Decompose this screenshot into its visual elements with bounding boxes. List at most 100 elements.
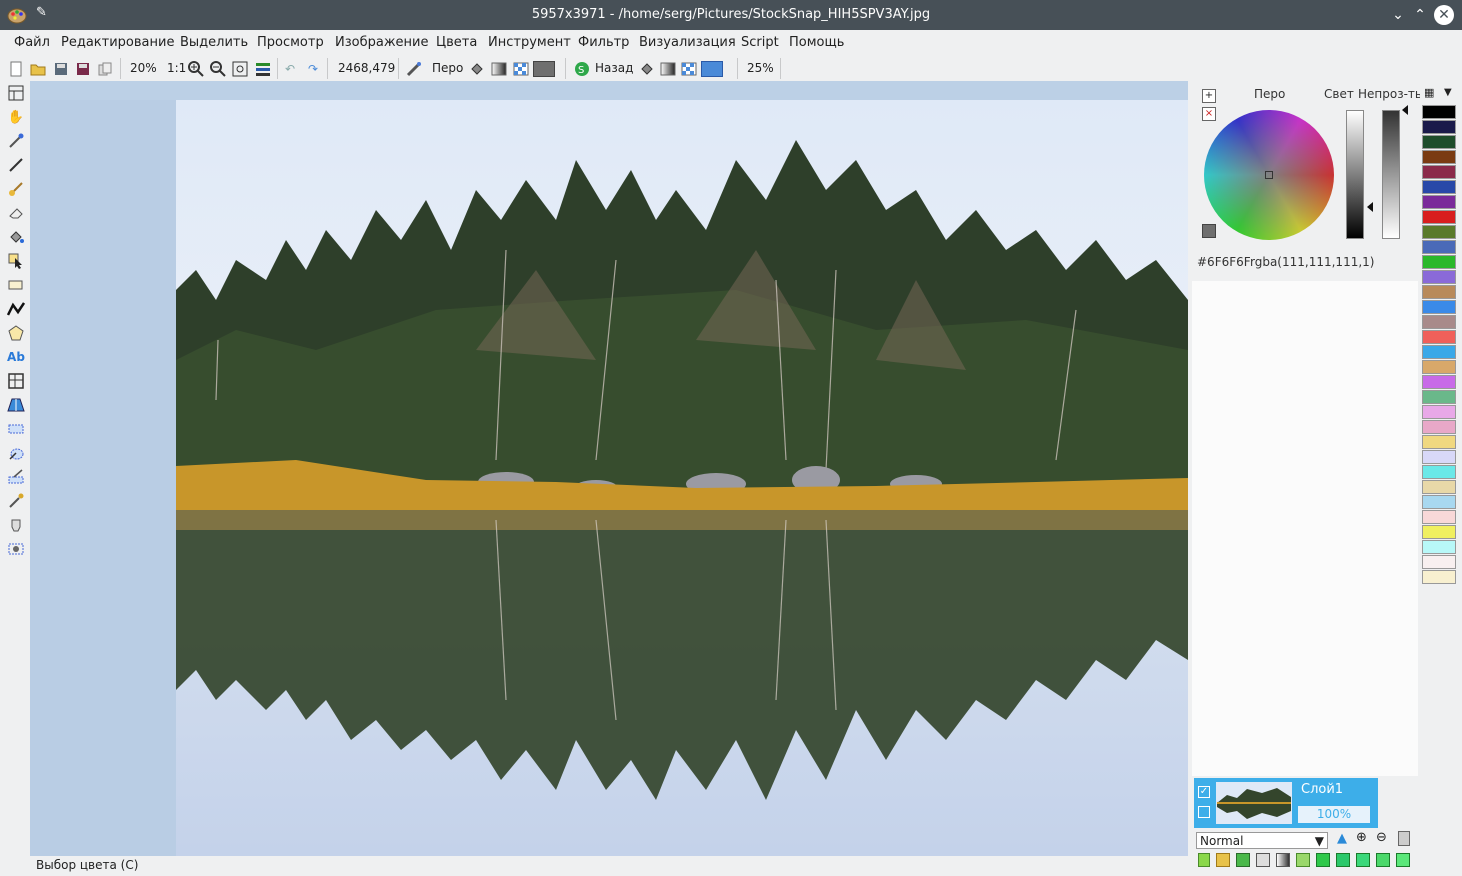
primary-color-swatch[interactable] — [532, 59, 556, 79]
menu-edit[interactable]: Редактирование — [61, 35, 174, 50]
layer-lock-icon[interactable] — [1198, 806, 1210, 818]
zoom-out-icon[interactable] — [208, 59, 228, 79]
menu-script[interactable]: Script — [741, 35, 779, 50]
perspective-icon[interactable] — [5, 395, 27, 415]
palette-swatch[interactable] — [1422, 315, 1456, 329]
layer-flip-h-icon[interactable] — [1356, 853, 1370, 867]
palette-swatch[interactable] — [1422, 285, 1456, 299]
palette-swatch[interactable] — [1422, 150, 1456, 164]
lightness-slider[interactable] — [1346, 110, 1364, 239]
layer-mask-icon[interactable] — [1276, 853, 1290, 867]
opacity-value[interactable]: 25% — [747, 61, 774, 75]
color-hex[interactable]: #6F6F6F — [1197, 255, 1251, 269]
actual-size-button[interactable]: 1:1 — [167, 61, 186, 75]
polygon-icon[interactable] — [5, 323, 27, 343]
palette-swatch[interactable] — [1422, 180, 1456, 194]
undo-icon[interactable]: ↶ — [280, 59, 300, 79]
gradient-icon-secondary[interactable] — [658, 59, 678, 79]
palette-swatch[interactable] — [1422, 270, 1456, 284]
fill-tool-icon[interactable] — [5, 227, 27, 247]
rectangle-icon[interactable] — [5, 275, 27, 295]
fill-icon-secondary[interactable] — [637, 59, 657, 79]
remove-color-icon[interactable]: × — [1202, 107, 1216, 121]
menu-help[interactable]: Помощь — [789, 35, 844, 50]
palette-swatch[interactable] — [1422, 165, 1456, 179]
palette-swatch[interactable] — [1422, 405, 1456, 419]
minimize-icon[interactable]: ⌄ — [1388, 5, 1408, 25]
palette-swatch[interactable] — [1422, 300, 1456, 314]
menu-filter[interactable]: Фильтр — [578, 35, 629, 50]
layer-up-icon[interactable]: ▲ — [1337, 831, 1347, 846]
palette-swatch[interactable] — [1422, 570, 1456, 584]
layers-icon[interactable] — [253, 59, 273, 79]
open-layer-icon[interactable] — [1216, 853, 1230, 867]
palette-swatch[interactable] — [1422, 420, 1456, 434]
palette-swatch[interactable] — [1422, 555, 1456, 569]
palette-dropdown-icon[interactable]: ▼ — [1444, 86, 1458, 100]
zoom-fit-icon[interactable] — [230, 59, 250, 79]
palette-swatch[interactable] — [1422, 210, 1456, 224]
palette-swatch[interactable] — [1422, 105, 1456, 119]
layer-row[interactable]: ✓ Слой1 100% — [1194, 778, 1378, 828]
palette-swatch[interactable] — [1422, 135, 1456, 149]
polyline-icon[interactable] — [5, 299, 27, 319]
opacity-slider[interactable] — [1382, 110, 1400, 239]
close-icon[interactable]: ✕ — [1434, 5, 1454, 25]
secondary-color-swatch[interactable] — [700, 59, 724, 79]
canvas-image[interactable] — [176, 100, 1188, 856]
selection-edit-icon[interactable] — [5, 539, 27, 559]
eraser-icon[interactable] — [5, 203, 27, 223]
palette-menu-icon[interactable]: ▦ — [1424, 86, 1438, 100]
palette-swatch[interactable] — [1422, 435, 1456, 449]
save-as-icon[interactable] — [73, 59, 93, 79]
duplicate-layer-icon[interactable] — [1236, 853, 1250, 867]
palette-swatch[interactable] — [1422, 540, 1456, 554]
palette-swatch[interactable] — [1422, 345, 1456, 359]
layer-move-icon[interactable] — [1316, 853, 1330, 867]
current-color-swatch[interactable] — [1202, 224, 1216, 238]
hand-icon[interactable]: ✋ — [5, 107, 27, 127]
magic-wand-icon[interactable] — [5, 443, 27, 463]
palette-swatch[interactable] — [1422, 495, 1456, 509]
palette-swatch[interactable] — [1422, 375, 1456, 389]
layer-bottle-icon[interactable] — [1296, 853, 1310, 867]
zoom-in-layer-icon[interactable]: ⊕ — [1356, 830, 1367, 845]
pipette-icon[interactable] — [5, 491, 27, 511]
color-wheel[interactable] — [1204, 110, 1334, 240]
crop-icon[interactable] — [5, 371, 27, 391]
menu-select[interactable]: Выделить — [180, 35, 248, 50]
palette-swatch[interactable] — [1422, 255, 1456, 269]
swap-colors-icon[interactable]: S — [572, 59, 592, 79]
palette-swatch[interactable] — [1422, 330, 1456, 344]
layer-visible-checkbox[interactable]: ✓ — [1198, 786, 1210, 798]
brush-icon[interactable] — [5, 179, 27, 199]
palette-swatch[interactable] — [1422, 240, 1456, 254]
open-folder-icon[interactable] — [28, 59, 48, 79]
palette-swatch[interactable] — [1422, 480, 1456, 494]
layer-rotate-icon[interactable] — [1396, 853, 1410, 867]
new-file-icon[interactable] — [6, 59, 26, 79]
copy-icon[interactable] — [95, 59, 115, 79]
pencil-icon[interactable] — [5, 155, 27, 175]
select-brush-icon[interactable] — [5, 467, 27, 487]
palette-swatch[interactable] — [1422, 525, 1456, 539]
menu-colors[interactable]: Цвета — [436, 35, 477, 50]
palette-swatch[interactable] — [1422, 510, 1456, 524]
menu-image[interactable]: Изображение — [335, 35, 428, 50]
trash-icon[interactable] — [1398, 831, 1410, 846]
layer-opacity[interactable]: 100% — [1298, 806, 1370, 823]
menu-tools[interactable]: Инструмент — [488, 35, 571, 50]
zoom-in-icon[interactable] — [186, 59, 206, 79]
palette-swatch[interactable] — [1422, 450, 1456, 464]
fill-icon[interactable] — [467, 59, 487, 79]
gradient-icon[interactable] — [489, 59, 509, 79]
color-picker-icon[interactable] — [5, 131, 27, 151]
rect-select-icon[interactable] — [5, 419, 27, 439]
color-rgba[interactable]: rgba(111,111,111,1) — [1250, 255, 1374, 269]
text-icon[interactable]: Ab — [5, 347, 27, 367]
layer-flip-v-icon[interactable] — [1376, 853, 1390, 867]
pen-icon[interactable] — [404, 59, 424, 79]
pattern-icon[interactable] — [511, 59, 531, 79]
menu-render[interactable]: Визуализация — [639, 35, 736, 50]
maximize-icon[interactable]: ⌃ — [1410, 5, 1430, 25]
